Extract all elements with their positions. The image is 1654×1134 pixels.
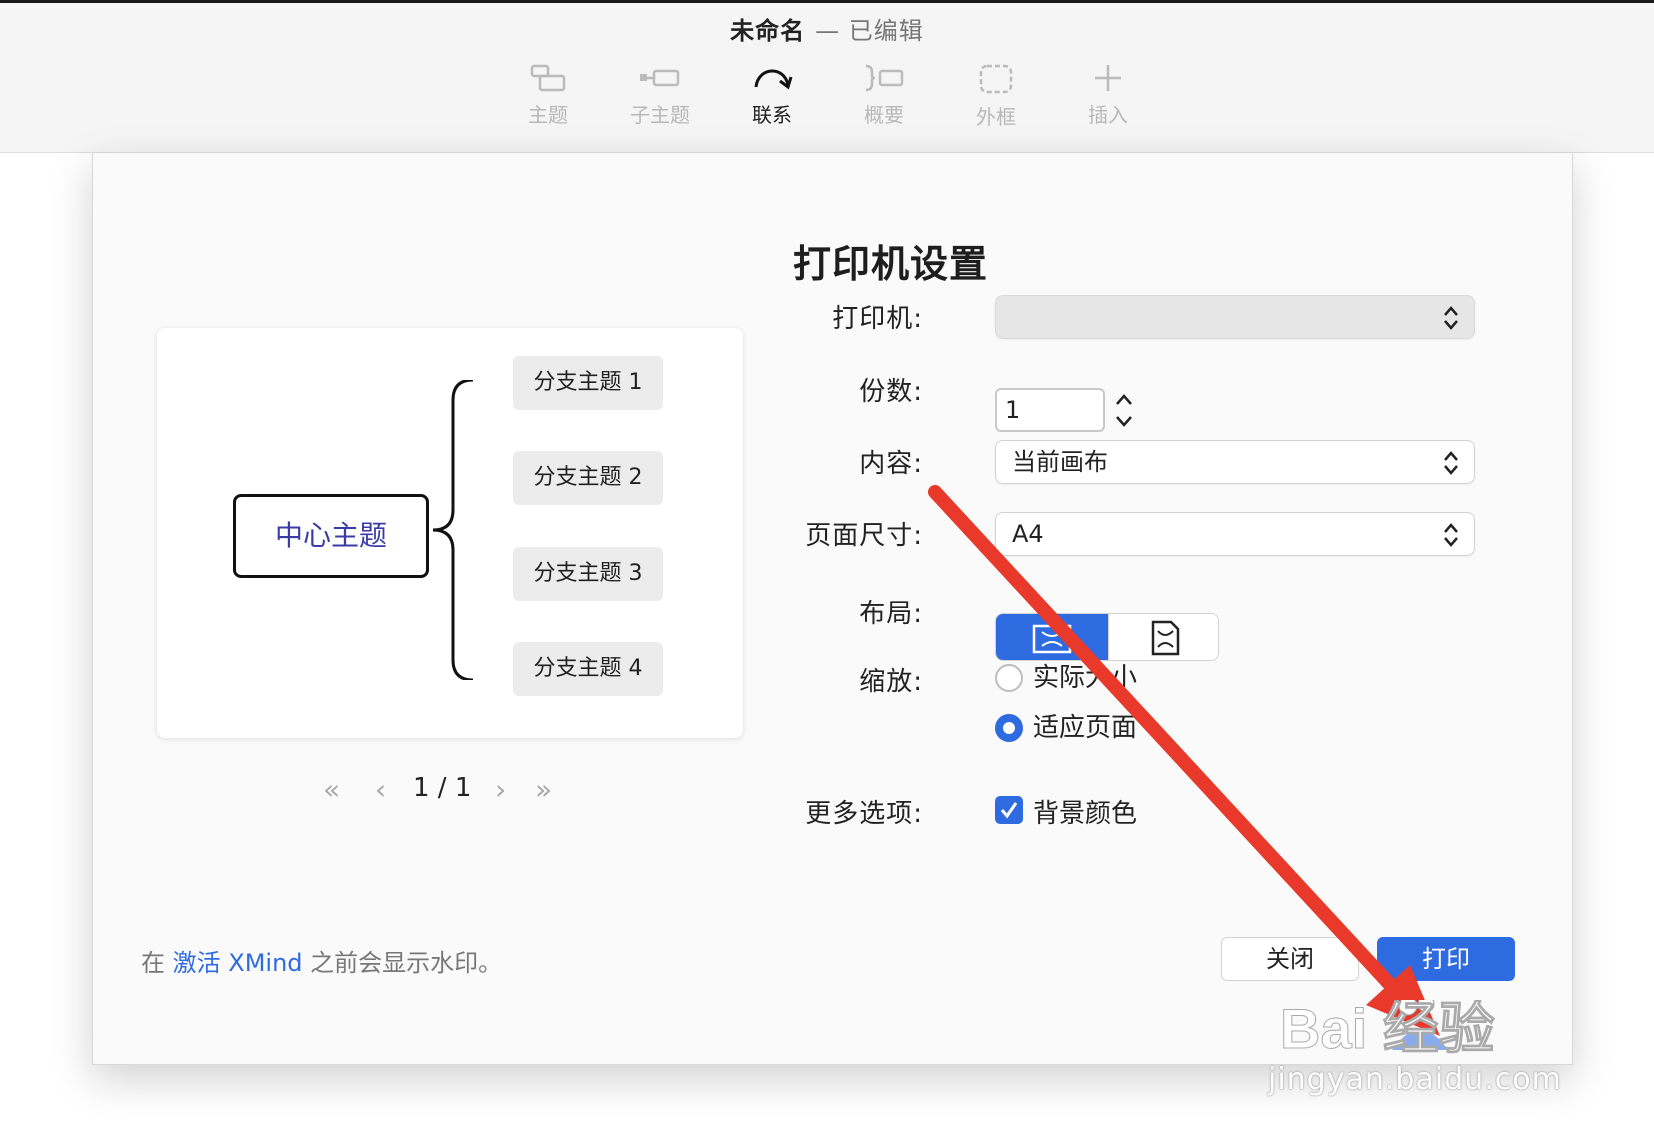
notice-suffix: 之前会显示水印。: [310, 949, 503, 977]
radio-label: 适应页面: [1033, 713, 1138, 743]
toolbar-topic-button[interactable]: 主题: [498, 63, 598, 128]
plus-icon: [1095, 65, 1121, 91]
toolbar-item-label: 子主题: [630, 103, 690, 127]
page-size-label: 页面尺寸:: [805, 521, 923, 551]
branch-topic: 分支主题 1: [513, 356, 663, 410]
radio-label: 实际大小: [1033, 663, 1138, 693]
background-color-label: 背景颜色: [1033, 799, 1138, 829]
toolbar-summary-button[interactable]: 概要: [834, 63, 934, 128]
toolbar-item-label: 联系: [752, 103, 792, 127]
first-page-button[interactable]: «: [323, 773, 340, 806]
more-options-label: 更多选项:: [805, 799, 923, 829]
updown-chevron-icon: [1444, 451, 1458, 475]
branch-topic: 分支主题 3: [513, 547, 663, 601]
last-page-button[interactable]: »: [535, 773, 552, 806]
branch-topic: 分支主题 2: [513, 451, 663, 505]
radio-selected[interactable]: [995, 714, 1023, 742]
activate-xmind-link[interactable]: 激活 XMind: [173, 949, 303, 977]
print-preview: 中心主题 分支主题 1 分支主题 2 分支主题 3 分支主题 4: [157, 328, 743, 738]
baidu-wordmark: Bai 经验: [1280, 1000, 1495, 1060]
page-size-value: A4: [1012, 520, 1044, 548]
mindmap-preview: 中心主题 分支主题 1 分支主题 2 分支主题 3 分支主题 4: [173, 344, 727, 722]
content-value: 当前画布: [1012, 448, 1108, 476]
toolbar-subtopic-button[interactable]: 子主题: [610, 63, 710, 128]
close-button[interactable]: 关闭: [1221, 937, 1359, 981]
layout-segmented-control: [995, 613, 1219, 661]
print-settings-dialog: 打印机设置 中心主题 分支主题 1 分支主题 2 分支主题 3 分支主题 4 «…: [92, 153, 1573, 1065]
toolbar-item-label: 插入: [1088, 103, 1128, 127]
page-indicator: 1 / 1: [413, 773, 472, 803]
branch-topic: 分支主题 4: [513, 642, 663, 696]
toolbar-item-label: 外框: [976, 105, 1016, 129]
toolbar-item-label: 概要: [864, 103, 904, 127]
branch-connector: [432, 380, 474, 680]
landscape-page-icon: [1032, 624, 1072, 654]
printer-label: 打印机:: [832, 304, 923, 334]
document-name: 未命名: [730, 17, 806, 45]
document-status: — 已编辑: [815, 17, 924, 45]
content-label: 内容:: [859, 449, 923, 479]
notice-prefix: 在: [141, 949, 165, 977]
prev-page-button[interactable]: ‹: [375, 773, 386, 806]
relationship-icon: [754, 69, 793, 90]
central-topic: 中心主题: [233, 494, 429, 578]
subtopic-icon: [640, 69, 680, 87]
updown-chevron-icon: [1444, 306, 1458, 330]
landscape-layout-button[interactable]: [996, 614, 1108, 660]
content-select[interactable]: 当前画布: [995, 440, 1475, 484]
layout-label: 布局:: [859, 599, 923, 629]
boundary-icon: [979, 64, 1013, 94]
preview-pager: « ‹ 1 / 1 › »: [323, 773, 573, 813]
page-size-select[interactable]: A4: [995, 512, 1475, 556]
portrait-layout-button[interactable]: [1108, 614, 1218, 660]
background-color-checkbox[interactable]: [995, 796, 1023, 824]
window-title: 未命名 — 已编辑: [0, 11, 1654, 46]
title-bar: 未命名 — 已编辑 主题 子主题 联系 概要 外框 插入: [0, 3, 1654, 153]
portrait-page-icon: [1151, 620, 1180, 656]
toolbar-boundary-button[interactable]: 外框: [946, 63, 1046, 130]
summary-icon: [865, 64, 904, 92]
copies-stepper[interactable]: [1111, 389, 1137, 433]
next-page-button[interactable]: ›: [495, 773, 506, 806]
checkmark-icon: [1000, 802, 1018, 819]
printer-select[interactable]: [995, 295, 1475, 339]
print-button[interactable]: 打印: [1377, 937, 1515, 981]
dialog-title: 打印机设置: [793, 242, 989, 286]
copies-input[interactable]: 1: [995, 388, 1105, 432]
watermark-notice: 在 激活 XMind 之前会显示水印。: [141, 943, 502, 978]
copies-label: 份数:: [859, 377, 923, 407]
toolbar-insert-button[interactable]: 插入: [1058, 63, 1158, 128]
radio-unselected[interactable]: [995, 664, 1023, 692]
scale-label: 缩放:: [859, 667, 923, 697]
topic-icon: [530, 64, 566, 92]
baidu-logo: Bai 经验: [1280, 1000, 1495, 1060]
toolbar-relationship-button[interactable]: 联系: [722, 63, 822, 128]
toolbar-item-label: 主题: [528, 103, 568, 127]
updown-chevron-icon: [1444, 523, 1458, 547]
baidu-url: jingyan.baidu.com: [1268, 1062, 1562, 1097]
